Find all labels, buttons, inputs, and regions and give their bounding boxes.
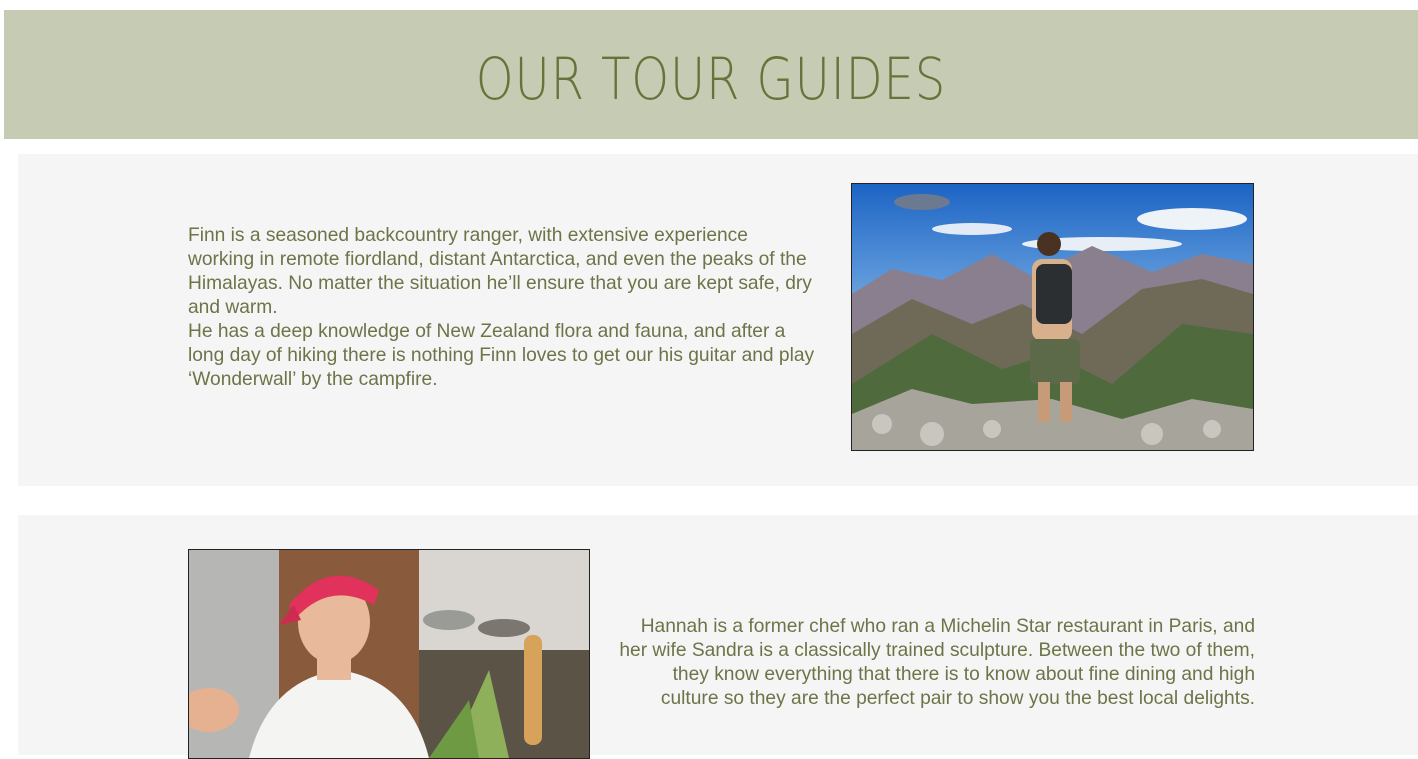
page-title: OUR TOUR GUIDES bbox=[475, 45, 947, 113]
guide-paragraph: Hannah is a former chef who ran a Michel… bbox=[619, 616, 1255, 709]
hiker-on-mountain-photo bbox=[851, 183, 1254, 451]
page-header: OUR TOUR GUIDES bbox=[4, 10, 1418, 139]
guide-paragraph: He has a deep knowledge of New Zealand f… bbox=[188, 321, 815, 390]
guide-card-hannah: Hannah is a former chef who ran a Michel… bbox=[18, 515, 1418, 759]
guide-card-finn: Finn is a seasoned backcountry ranger, w… bbox=[18, 154, 1418, 486]
chef-in-kitchen-photo bbox=[188, 549, 590, 759]
guide-paragraph: Finn is a seasoned backcountry ranger, w… bbox=[188, 225, 812, 318]
guide-description: Finn is a seasoned backcountry ranger, w… bbox=[188, 224, 818, 392]
guide-description: Hannah is a former chef who ran a Michel… bbox=[618, 615, 1255, 711]
